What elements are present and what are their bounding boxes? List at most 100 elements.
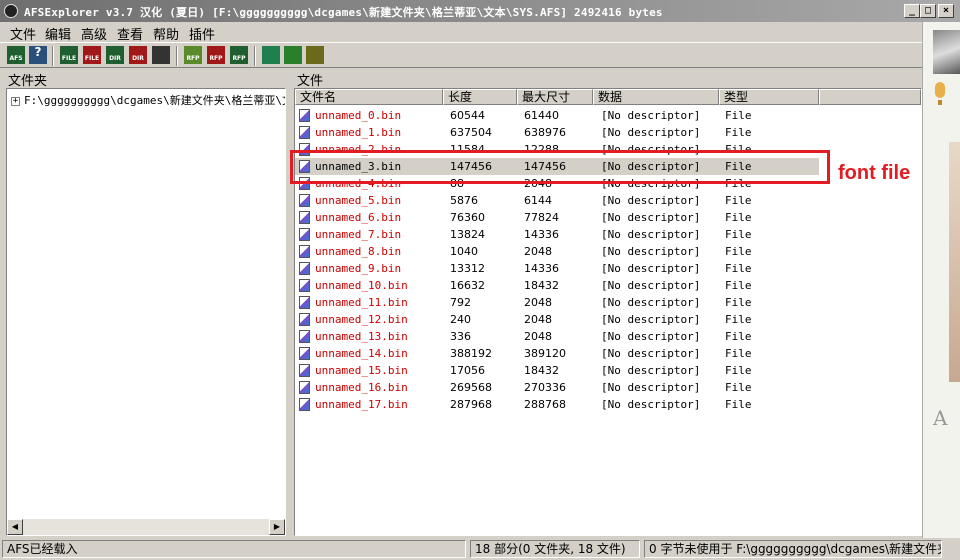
table-row[interactable]: unnamed_5.bin 5876 6144 [No descriptor] File [295, 192, 921, 209]
cell-max: 77824 [524, 211, 559, 224]
cell-max: 288768 [524, 398, 566, 411]
status-unused: 0 字节未使用于 F:\gggggggggg\dcgames\新建文件夹\ [644, 540, 942, 558]
rfp-import-icon[interactable]: RFP [230, 46, 248, 64]
cell-length: 269568 [450, 381, 492, 394]
menu-plugins[interactable]: 插件 [189, 24, 215, 43]
cell-data: [No descriptor] [601, 194, 701, 207]
cell-length: 287968 [450, 398, 492, 411]
table-row[interactable]: unnamed_16.bin 269568 270336 [No descriptor… [295, 379, 921, 396]
cell-data: [No descriptor] [601, 398, 701, 411]
maximize-button[interactable]: □ [920, 4, 936, 18]
file-icon [299, 296, 310, 309]
horizontal-scrollbar[interactable]: ◀ ▶ [7, 519, 285, 535]
cell-length: 240 [450, 313, 471, 326]
column-header-max-size[interactable]: 最大尺寸 [517, 89, 593, 105]
file-icon [299, 347, 310, 360]
cell-type: File [725, 381, 752, 394]
table-row[interactable]: unnamed_13.bin 336 2048 [No descriptor] File [295, 328, 921, 345]
cell-max: 270336 [524, 381, 566, 394]
file-icon [299, 398, 310, 411]
cell-type: File [725, 211, 752, 224]
cell-name: unnamed_11.bin [315, 296, 408, 309]
cell-data: [No descriptor] [601, 313, 701, 326]
table-row[interactable]: unnamed_7.bin 13824 14336 [No descriptor] Fi… [295, 226, 921, 243]
file-import-icon[interactable]: FILE [83, 46, 101, 64]
avatar[interactable] [933, 30, 960, 74]
file-icon [299, 126, 310, 139]
toolbar-separator [176, 46, 178, 66]
font-icon[interactable]: A [933, 406, 947, 430]
expand-icon[interactable]: + [11, 96, 20, 106]
help-icon[interactable]: ? [29, 46, 47, 64]
table-row[interactable]: unnamed_17.bin 287968 288768 [No descriptor… [295, 396, 921, 413]
menu-edit[interactable]: 编辑 [45, 24, 71, 43]
table-row[interactable]: unnamed_15.bin 17056 18432 [No descriptor] F… [295, 362, 921, 379]
close-button[interactable]: × [938, 4, 954, 18]
table-row[interactable]: unnamed_9.bin 13312 14336 [No descriptor] Fi… [295, 260, 921, 277]
diamond-icon[interactable] [262, 46, 280, 64]
folder-tree[interactable]: + F:\gggggggggg\dcgames\新建文件夹\格兰蒂亚\文 ◀ ▶ [6, 88, 286, 536]
waveform-icon[interactable] [284, 46, 302, 64]
cell-max: 18432 [524, 279, 559, 292]
cell-name: unnamed_13.bin [315, 330, 408, 343]
cell-data: [No descriptor] [601, 245, 701, 258]
menu-view[interactable]: 查看 [117, 24, 143, 43]
cell-data: [No descriptor] [601, 381, 701, 394]
cell-type: File [725, 330, 752, 343]
cell-length: 16632 [450, 279, 485, 292]
side-panel: A [922, 22, 960, 538]
toolbar-separator [52, 46, 54, 66]
cell-length: 76360 [450, 211, 485, 224]
column-header-type[interactable]: 类型 [719, 89, 819, 105]
table-row[interactable]: unnamed_12.bin 240 2048 [No descriptor] File [295, 311, 921, 328]
app-icon [4, 4, 18, 18]
edit-icon[interactable] [306, 46, 324, 64]
rfp-build-icon[interactable]: RFP [184, 46, 202, 64]
scroll-left-icon[interactable]: ◀ [7, 519, 23, 535]
file-icon [299, 262, 310, 275]
cell-name: unnamed_1.bin [315, 126, 402, 139]
minimize-button[interactable]: _ [904, 4, 920, 18]
toolbar: AFS ? FILE FILE DIR DIR RFP RFP RFP [0, 42, 922, 68]
cell-name: unnamed_15.bin [315, 364, 408, 377]
status-loaded: AFS已经载入 [2, 540, 466, 558]
tree-item-root[interactable]: + F:\gggggggggg\dcgames\新建文件夹\格兰蒂亚\文 [11, 92, 286, 108]
cell-max: 18432 [524, 364, 559, 377]
column-header-data[interactable]: 数据 [593, 89, 719, 105]
cell-length: 60544 [450, 109, 485, 122]
table-row[interactable]: unnamed_6.bin 76360 77824 [No descriptor] Fi… [295, 209, 921, 226]
binoculars-icon[interactable] [152, 46, 170, 64]
table-row[interactable]: unnamed_11.bin 792 2048 [No descriptor] File [295, 294, 921, 311]
menu-help[interactable]: 帮助 [153, 24, 179, 43]
rfp-extract-icon[interactable]: RFP [207, 46, 225, 64]
cell-data: [No descriptor] [601, 347, 701, 360]
table-row[interactable]: unnamed_1.bin 637504 638976 [No descriptor]… [295, 124, 921, 141]
menu-advanced[interactable]: 高级 [81, 24, 107, 43]
menu-file[interactable]: 文件 [10, 24, 36, 43]
cell-name: unnamed_7.bin [315, 228, 402, 241]
cell-length: 17056 [450, 364, 485, 377]
cell-type: File [725, 245, 752, 258]
cell-length: 388192 [450, 347, 492, 360]
cell-name: unnamed_16.bin [315, 381, 408, 394]
column-header-name[interactable]: 文件名 [295, 89, 443, 105]
dir-import-icon[interactable]: DIR [129, 46, 147, 64]
menu-bar: 文件 编辑 高级 查看 帮助 插件 [0, 22, 922, 43]
file-extract-icon[interactable]: FILE [60, 46, 78, 64]
tree-item-label: F:\gggggggggg\dcgames\新建文件夹\格兰蒂亚\文 [24, 94, 286, 107]
table-row[interactable]: unnamed_0.bin 60544 61440 [No descriptor] Fi… [295, 107, 921, 124]
cell-name: unnamed_17.bin [315, 398, 408, 411]
cell-name: unnamed_0.bin [315, 109, 402, 122]
table-row[interactable]: unnamed_10.bin 16632 18432 [No descriptor] F… [295, 277, 921, 294]
afs-open-icon[interactable]: AFS [7, 46, 25, 64]
table-row[interactable]: unnamed_14.bin 388192 389120 [No descriptor… [295, 345, 921, 362]
column-header-length[interactable]: 长度 [443, 89, 517, 105]
cell-type: File [725, 347, 752, 360]
cell-type: File [725, 194, 752, 207]
microphone-icon[interactable] [935, 82, 945, 105]
scroll-right-icon[interactable]: ▶ [269, 519, 285, 535]
file-icon [299, 211, 310, 224]
dir-extract-icon[interactable]: DIR [106, 46, 124, 64]
cell-type: File [725, 296, 752, 309]
table-row[interactable]: unnamed_8.bin 1040 2048 [No descriptor] File [295, 243, 921, 260]
